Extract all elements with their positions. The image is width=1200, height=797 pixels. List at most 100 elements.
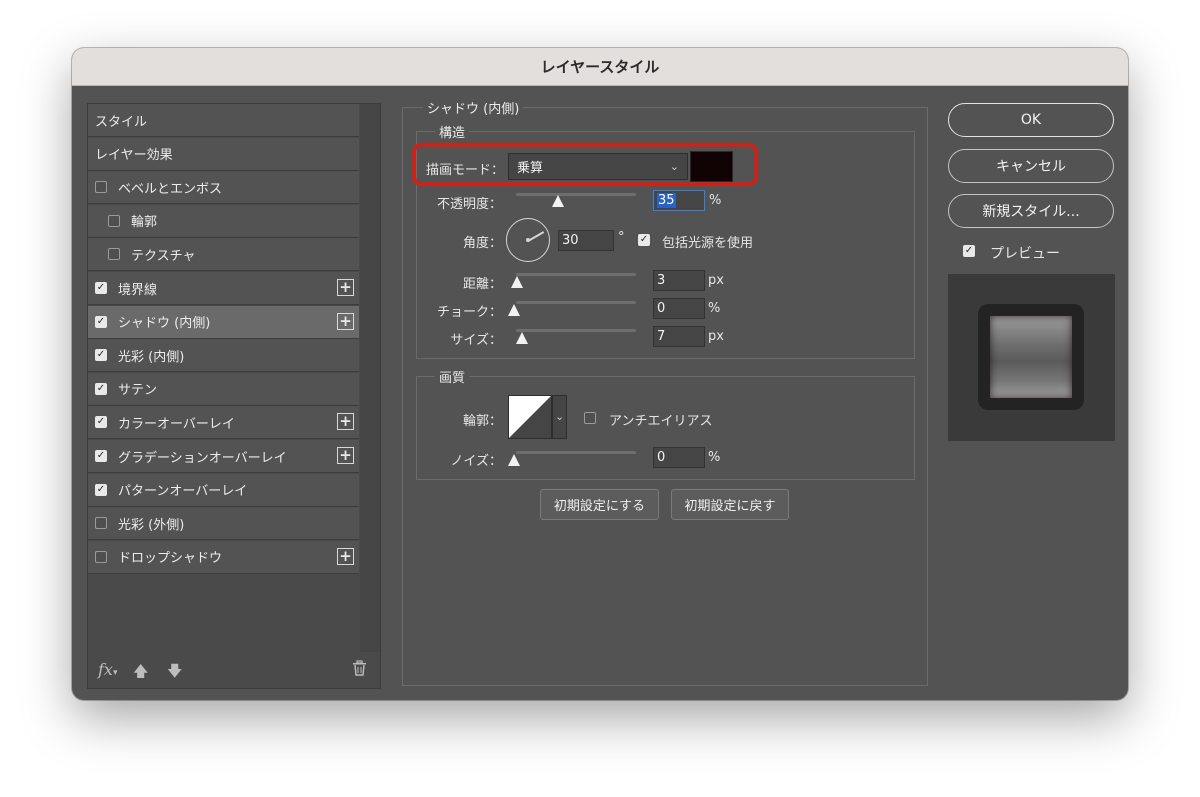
style-checkbox[interactable]: ✓ [95, 382, 107, 395]
choke-unit: % [708, 301, 721, 316]
add-effect-icon[interactable]: + [337, 447, 354, 464]
make-default-button[interactable]: 初期設定にする [540, 489, 659, 520]
add-effect-icon[interactable]: + [337, 547, 354, 565]
panel-title: シャドウ (内側) [423, 98, 524, 117]
opacity-input[interactable]: 35 [653, 190, 705, 211]
move-down-icon[interactable]: 🡇 [167, 661, 182, 686]
add-effect-icon[interactable]: + [337, 413, 354, 431]
style-checkbox[interactable]: ✓ [95, 450, 107, 462]
layer-style-dialog: レイヤースタイル スタイル レイヤー効果 ベベルとエンボス 輪郭 テクスチャ ✓ 境界線 + ✓… [72, 48, 1128, 700]
new-style-button[interactable]: 新規スタイル... [948, 194, 1114, 228]
style-checkbox[interactable]: ✓ [95, 282, 107, 294]
angle-input[interactable]: 30 [558, 230, 614, 251]
style-list-item[interactable]: テクスチャ [88, 238, 359, 272]
size-slider[interactable] [516, 329, 636, 332]
distance-unit: px [708, 273, 724, 288]
noise-slider[interactable] [516, 451, 636, 454]
fx-icon[interactable]: fx▾ [98, 660, 117, 679]
style-list-item-label: 光彩 (内側) [118, 349, 185, 365]
global-light-checkbox[interactable]: ✓ [638, 234, 650, 246]
style-checkbox[interactable] [95, 550, 107, 563]
global-light-label: 包括光源を使用 [662, 236, 754, 251]
style-list-item[interactable]: 輪郭 [88, 204, 359, 238]
preview-swatch [990, 316, 1072, 398]
quality-title: 画質 [435, 367, 470, 386]
angle-dial[interactable] [506, 218, 550, 262]
style-list-item-label: グラデーションオーバーレイ [118, 450, 287, 466]
distance-slider-thumb[interactable] [511, 276, 523, 288]
style-preview [948, 274, 1115, 441]
noise-slider-thumb[interactable] [508, 454, 520, 466]
noise-label: ノイズ： [450, 454, 502, 469]
style-list-item-label: ベベルとエンボス [118, 181, 223, 197]
style-list-item[interactable]: ドロップシャドウ + [88, 540, 359, 574]
choke-slider[interactable] [516, 301, 636, 304]
style-list-item-label: レイヤー効果 [95, 148, 173, 164]
style-list-footer: fx▾ 🡅 🡇 [88, 654, 380, 688]
distance-label: 距離： [462, 277, 502, 292]
style-list-item[interactable]: ✓ パターンオーバーレイ [88, 473, 359, 507]
trash-icon[interactable] [352, 660, 367, 680]
style-list-item-label: パターンオーバーレイ [118, 484, 248, 500]
size-slider-thumb[interactable] [516, 332, 528, 344]
opacity-slider-thumb[interactable] [552, 195, 564, 207]
distance-input[interactable]: 3 [653, 270, 705, 291]
structure-title: 構造 [435, 122, 470, 141]
style-list-item-label: テクスチャ [131, 248, 196, 264]
chevron-down-icon: ⌄ [555, 410, 565, 423]
style-list-item[interactable]: スタイル [88, 104, 359, 137]
add-effect-icon[interactable]: + [337, 312, 354, 330]
highlight-annotation [412, 143, 758, 186]
preview-checkbox[interactable]: ✓ [963, 245, 975, 257]
style-checkbox[interactable]: ✓ [95, 483, 107, 496]
noise-input[interactable]: 0 [653, 447, 705, 468]
style-list-item[interactable]: ベベルとエンボス [88, 171, 359, 205]
style-checkbox[interactable] [95, 181, 107, 194]
choke-slider-thumb[interactable] [508, 304, 520, 316]
antialias-checkbox[interactable] [584, 412, 596, 424]
style-list-item-label: ドロップシャドウ [118, 551, 223, 567]
ok-button[interactable]: OK [948, 103, 1114, 137]
contour-dropdown[interactable]: ⌄ [552, 395, 567, 439]
choke-label: チョーク： [436, 305, 502, 320]
style-checkbox[interactable] [95, 517, 107, 530]
style-list-item[interactable]: 光彩 (外側) [88, 507, 359, 541]
angle-label: 角度： [462, 236, 502, 251]
distance-slider[interactable] [516, 273, 636, 276]
style-checkbox[interactable] [108, 214, 120, 227]
style-list-item[interactable]: ✓ グラデーションオーバーレイ + [88, 440, 359, 473]
style-list-item[interactable]: ✓ シャドウ (内側) + [88, 305, 359, 339]
style-checkbox[interactable]: ✓ [95, 349, 107, 362]
style-list-item[interactable]: ✓ 境界線 + [88, 272, 359, 305]
cancel-button[interactable]: キャンセル [948, 149, 1114, 183]
antialias-label: アンチエイリアス [609, 414, 713, 429]
reset-default-button[interactable]: 初期設定に戻す [671, 489, 789, 520]
style-list-scrollbar[interactable] [360, 104, 380, 652]
choke-input[interactable]: 0 [653, 298, 705, 319]
style-list: スタイルレイヤー効果ベベルとエンボス輪郭テクスチャ ✓ 境界線 + ✓ シャドウ (内側)… [87, 103, 381, 689]
noise-unit: % [708, 450, 721, 465]
style-checkbox[interactable]: ✓ [95, 416, 107, 429]
style-list-item-label: サテン [118, 383, 158, 399]
style-list-item[interactable]: ✓ サテン [88, 372, 359, 406]
add-effect-icon[interactable]: + [337, 279, 354, 296]
opacity-slider[interactable] [516, 193, 636, 196]
move-up-icon[interactable]: 🡅 [133, 661, 148, 686]
style-list-item[interactable]: ✓ 光彩 (内側) [88, 339, 359, 373]
style-list-item-label: シャドウ (内側) [118, 316, 211, 332]
contour-label: 輪郭： [462, 414, 502, 429]
dialog-title: レイヤースタイル [72, 48, 1128, 86]
style-checkbox[interactable]: ✓ [95, 315, 107, 328]
opacity-unit: % [709, 193, 722, 208]
style-list-item-label: 光彩 (外側) [118, 517, 185, 533]
style-list-item[interactable]: ✓ カラーオーバーレイ + [88, 406, 359, 440]
size-label: サイズ： [450, 333, 502, 348]
style-checkbox[interactable] [108, 248, 120, 261]
style-list-item-label: 境界線 [118, 282, 158, 298]
preview-frame [978, 304, 1084, 410]
preview-label: プレビュー [990, 246, 1060, 262]
contour-picker[interactable] [508, 395, 552, 439]
style-list-item[interactable]: レイヤー効果 [88, 137, 359, 171]
size-input[interactable]: 7 [653, 326, 705, 347]
style-list-item-label: カラーオーバーレイ [118, 416, 235, 432]
